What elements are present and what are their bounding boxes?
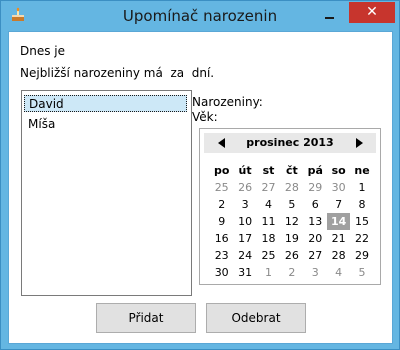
calendar-day[interactable]: 3: [304, 264, 327, 281]
calendar-day[interactable]: 19: [280, 230, 303, 247]
minimize-button[interactable]: [316, 6, 342, 24]
calendar-day[interactable]: 2: [280, 264, 303, 281]
calendar-header: prosinec 2013: [204, 133, 376, 153]
calendar-week-row: 2345678: [210, 196, 374, 213]
calendar-grid: po út st čt pá so ne 25 26 27 28 29 30 1 2 3 4 5 6 7…: [210, 162, 374, 281]
calendar-day[interactable]: 25: [257, 247, 280, 264]
calendar-day[interactable]: 24: [233, 247, 256, 264]
calendar-weekday-row: po út st čt pá so ne: [210, 162, 374, 179]
people-listbox[interactable]: David Míša: [21, 90, 192, 296]
calendar-day[interactable]: 22: [350, 230, 373, 247]
calendar-day[interactable]: 27: [257, 179, 280, 196]
calendar-day[interactable]: 26: [280, 247, 303, 264]
nearest-birthday-label: Nejbližší narozeniny má za dní.: [20, 66, 215, 80]
calendar-day[interactable]: 30: [210, 264, 233, 281]
chevron-right-icon[interactable]: [356, 138, 363, 148]
calendar-day[interactable]: 3: [233, 196, 256, 213]
calendar-day[interactable]: 4: [327, 264, 350, 281]
calendar-day[interactable]: 28: [280, 179, 303, 196]
calendar-week-row: 30 31 1 2 3 4 5: [210, 264, 374, 281]
today-label: Dnes je: [20, 44, 66, 58]
calendar-day[interactable]: 13: [304, 213, 327, 230]
add-button[interactable]: Přidat: [96, 303, 196, 333]
calendar-day[interactable]: 6: [304, 196, 327, 213]
calendar-day[interactable]: 31: [233, 264, 256, 281]
weekday-header: po: [213, 164, 230, 177]
calendar-day[interactable]: 26: [233, 179, 256, 196]
weekday-header: út: [238, 164, 252, 177]
calendar-day[interactable]: 11: [257, 213, 280, 230]
client-area: Dnes je Nejbližší narozeniny má za dní. …: [8, 31, 393, 344]
calendar-weeks: 25 26 27 28 29 30 1 2 3 4 5 6 7 8 9 10 11 12 13 14 15 16 17 18 1…: [210, 179, 374, 281]
calendar-week-row: 23 24 25 26 27 28 29: [210, 247, 374, 264]
calendar-day[interactable]: 4: [257, 196, 280, 213]
close-button[interactable]: ✕: [349, 2, 395, 23]
weekday-header: čt: [285, 164, 298, 177]
weekday-header: ne: [354, 164, 370, 177]
calendar-day[interactable]: 25: [210, 179, 233, 196]
calendar-day[interactable]: 18: [257, 230, 280, 247]
calendar-day[interactable]: 30: [327, 179, 350, 196]
birthday-label: Narozeniny:: [192, 95, 263, 109]
calendar-day[interactable]: 7: [327, 196, 350, 213]
calendar-day[interactable]: 9: [210, 213, 233, 230]
calendar-day[interactable]: 16: [210, 230, 233, 247]
title-bar[interactable]: Upomínač narozenin ✕: [1, 1, 399, 31]
calendar-day[interactable]: 17: [233, 230, 256, 247]
weekday-header: pá: [307, 164, 323, 177]
month-calendar[interactable]: prosinec 2013 po út st čt pá so ne 25 26 2…: [199, 128, 381, 285]
weekday-header: st: [262, 164, 275, 177]
weekday-header: so: [331, 164, 346, 177]
calendar-day[interactable]: 14: [326, 213, 351, 230]
calendar-week-row: 25 26 27 28 29 30 1: [210, 179, 374, 196]
calendar-day[interactable]: 8: [350, 196, 373, 213]
calendar-day[interactable]: 12: [280, 213, 303, 230]
calendar-day[interactable]: 5: [350, 264, 373, 281]
calendar-day[interactable]: 21: [327, 230, 350, 247]
age-label: Věk:: [192, 110, 218, 124]
remove-button[interactable]: Odebrat: [206, 303, 306, 333]
list-item[interactable]: David: [24, 95, 187, 112]
calendar-day[interactable]: 28: [327, 247, 350, 264]
calendar-day[interactable]: 2: [210, 196, 233, 213]
list-item[interactable]: Míša: [24, 116, 187, 133]
calendar-day[interactable]: 5: [280, 196, 303, 213]
calendar-day[interactable]: 10: [233, 213, 256, 230]
calendar-day[interactable]: 29: [350, 247, 373, 264]
calendar-day[interactable]: 15: [350, 213, 373, 230]
calendar-day[interactable]: 1: [257, 264, 280, 281]
calendar-day[interactable]: 29: [304, 179, 327, 196]
calendar-day[interactable]: 27: [304, 247, 327, 264]
calendar-month-label[interactable]: prosinec 2013: [204, 136, 376, 149]
calendar-week-row: 9 10 11 12 13 14 15: [210, 213, 374, 230]
calendar-day[interactable]: 1: [350, 179, 373, 196]
calendar-day[interactable]: 20: [304, 230, 327, 247]
calendar-day[interactable]: 23: [210, 247, 233, 264]
calendar-week-row: 16 17 18 19 20 21 22: [210, 230, 374, 247]
app-window: Upomínač narozenin ✕ Dnes je Nejbližší n…: [0, 0, 400, 350]
